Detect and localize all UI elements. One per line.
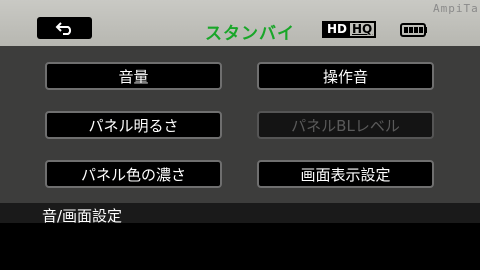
panel-color-depth-button[interactable]: パネル色の濃さ: [45, 160, 222, 188]
menu-panel: 音量 操作音 パネル明るさ パネルBLレベル パネル色の濃さ 画面表示設定: [0, 46, 480, 203]
battery-icon: [400, 23, 427, 37]
panel-brightness-button[interactable]: パネル明るさ: [45, 111, 222, 139]
hq-label: HQ: [352, 22, 373, 36]
panel-backlight-level-button: パネルBLレベル: [257, 111, 434, 139]
operation-sound-button[interactable]: 操作音: [257, 62, 434, 90]
return-arrow-icon: [55, 22, 71, 35]
quality-badge: HD HQ: [322, 21, 377, 38]
status-label: スタンバイ: [205, 24, 295, 44]
display-settings-button[interactable]: 画面表示設定: [257, 160, 434, 188]
back-button[interactable]: [37, 17, 92, 39]
hd-label: HD: [324, 23, 351, 36]
category-label: 音/画面設定: [42, 207, 123, 225]
top-bar: スタンバイ HD HQ: [0, 0, 480, 46]
watermark: AmpiTa: [433, 2, 479, 15]
sound-volume-button[interactable]: 音量: [45, 62, 222, 90]
